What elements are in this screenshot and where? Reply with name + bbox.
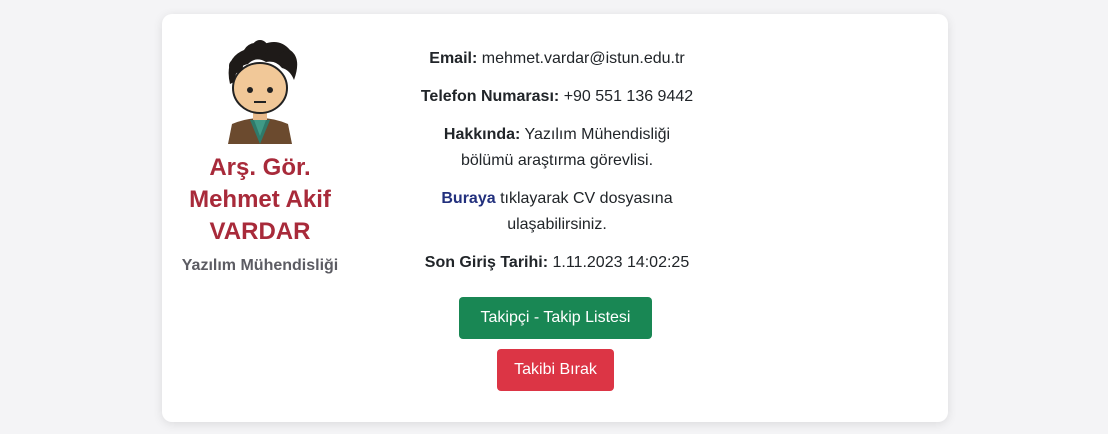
profile-department: Yazılım Mühendisliği bbox=[181, 257, 339, 274]
phone-value: +90 551 136 9442 bbox=[563, 88, 694, 105]
email-value: mehmet.vardar@istun.edu.tr bbox=[481, 50, 685, 67]
last-login-row: Son Giriş Tarihi: 1.11.2023 14:02:25 bbox=[376, 250, 738, 276]
about-label: Hakkında: bbox=[443, 126, 521, 143]
cv-link[interactable]: Buraya bbox=[441, 190, 495, 207]
followers-list-button[interactable]: Takipçi - Takip Listesi bbox=[459, 297, 652, 339]
phone-label: Telefon Numarası: bbox=[420, 88, 560, 105]
about-row: Hakkında: Yazılım Mühendisliği bölümü ar… bbox=[376, 122, 738, 174]
unfollow-button[interactable]: Takibi Bırak bbox=[497, 349, 614, 391]
email-label: Email: bbox=[429, 50, 478, 67]
avatar-icon bbox=[228, 40, 298, 144]
last-login-label: Son Giriş Tarihi: bbox=[424, 254, 549, 271]
last-login-value: 1.11.2023 14:02:25 bbox=[552, 254, 690, 271]
phone-row: Telefon Numarası: +90 551 136 9442 bbox=[376, 84, 738, 110]
profile-info: Email: mehmet.vardar@istun.edu.tr Telefo… bbox=[376, 46, 738, 288]
cv-text: tıklayarak CV dosyasına ulaşabilirsiniz. bbox=[500, 190, 673, 233]
profile-card: Arş. Gör. Mehmet Akif VARDAR Yazılım Müh… bbox=[162, 14, 948, 422]
email-row: Email: mehmet.vardar@istun.edu.tr bbox=[376, 46, 738, 72]
cv-row: Buraya tıklayarak CV dosyasına ulaşabili… bbox=[376, 186, 738, 238]
profile-name: Arş. Gör. Mehmet Akif VARDAR bbox=[189, 154, 331, 245]
